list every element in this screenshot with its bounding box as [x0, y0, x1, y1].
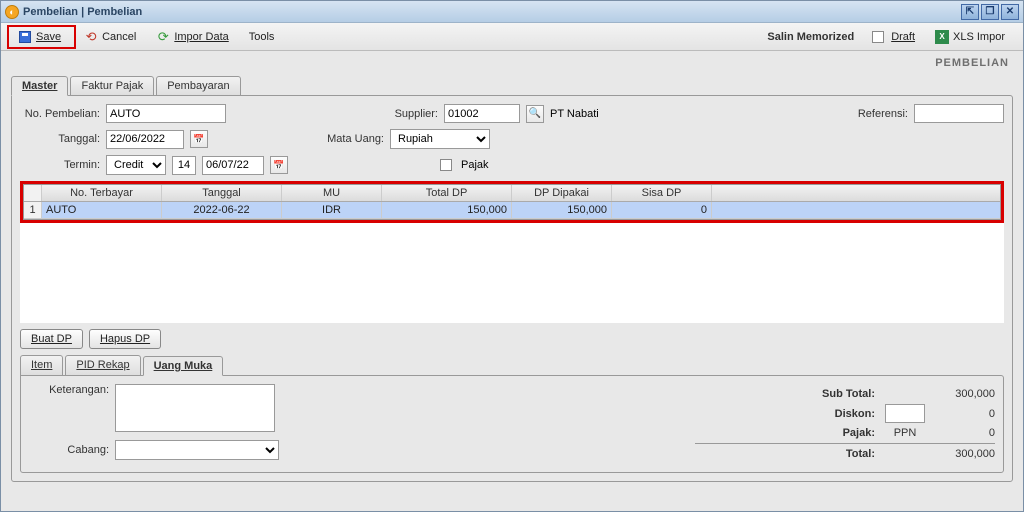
total-value: 300,000	[885, 448, 995, 460]
save-icon	[18, 30, 32, 44]
window-title: Pembelian | Pembelian	[23, 6, 961, 18]
termin-days-input[interactable]	[172, 156, 196, 175]
draft-label: Draft	[891, 31, 915, 43]
cell-sisa-dp[interactable]: 0	[612, 202, 712, 218]
tab-master[interactable]: Master	[11, 76, 68, 96]
window-restore-button[interactable]: ⇱	[961, 4, 979, 20]
import-label: Impor Data	[174, 31, 228, 43]
col-mu[interactable]: MU	[282, 185, 382, 201]
cancel-icon: ⟲	[84, 30, 98, 44]
supplier-code-input[interactable]	[444, 104, 520, 123]
cell-mu[interactable]: IDR	[282, 202, 382, 218]
pajak-value: 0	[935, 427, 995, 439]
hapus-dp-button[interactable]: Hapus DP	[89, 329, 161, 349]
save-highlight: Save	[7, 25, 76, 49]
cabang-label: Cabang:	[29, 444, 109, 456]
tab-faktur-pajak[interactable]: Faktur Pajak	[70, 76, 154, 95]
pajak-checkbox[interactable]	[440, 159, 452, 171]
col-sisa-dp[interactable]: Sisa DP	[612, 185, 712, 201]
termin-calendar-icon[interactable]: 📅	[270, 156, 288, 174]
matauang-label: Mata Uang:	[320, 133, 384, 145]
tools-menu[interactable]: Tools	[241, 29, 283, 45]
termin-label: Termin:	[20, 159, 100, 171]
save-button[interactable]: Save	[10, 28, 69, 46]
tanggal-input[interactable]	[106, 130, 184, 149]
lower-panel: Keterangan: Cabang: Sub Total: 300,000 D…	[20, 375, 1004, 473]
cell-dp-dipakai[interactable]: 150,000	[512, 202, 612, 218]
referensi-label: Referensi:	[848, 108, 908, 120]
tab-uang-muka[interactable]: Uang Muka	[143, 356, 224, 376]
diskon-pct-input[interactable]	[885, 404, 925, 423]
diskon-label: Diskon:	[785, 408, 875, 420]
tab-item[interactable]: Item	[20, 355, 63, 375]
keterangan-textarea[interactable]	[115, 384, 275, 432]
import-data-button[interactable]: ⟳ Impor Data	[148, 28, 236, 46]
buat-dp-button[interactable]: Buat DP	[20, 329, 83, 349]
cancel-button[interactable]: ⟲ Cancel	[76, 28, 144, 46]
termin-due-input[interactable]	[202, 156, 264, 175]
dp-grid: No. Terbayar Tanggal MU Total DP DP Dipa…	[23, 184, 1001, 220]
toolbar: Save ⟲ Cancel ⟳ Impor Data Tools Salin M…	[1, 23, 1023, 51]
cell-total-dp[interactable]: 150,000	[382, 202, 512, 218]
page-heading: PEMBELIAN	[1, 51, 1023, 71]
master-panel: No. Pembelian: Supplier: 🔍 PT Nabati Ref…	[11, 95, 1013, 482]
save-label: Save	[36, 31, 61, 43]
grid-empty-area[interactable]	[20, 223, 1004, 323]
pajak-type: PPN	[885, 427, 925, 439]
import-icon: ⟳	[156, 30, 170, 44]
subtotal-value: 300,000	[885, 388, 995, 400]
diskon-value: 0	[935, 408, 995, 420]
tab-pid-rekap[interactable]: PID Rekap	[65, 355, 140, 375]
row-index: 1	[24, 202, 42, 218]
pajak-checkbox-label: Pajak	[461, 159, 489, 171]
referensi-input[interactable]	[914, 104, 1004, 123]
col-no-terbayar[interactable]: No. Terbayar	[42, 185, 162, 201]
grid-header: No. Terbayar Tanggal MU Total DP DP Dipa…	[24, 185, 1000, 202]
subtotal-label: Sub Total:	[785, 388, 875, 400]
tanggal-label: Tanggal:	[20, 133, 100, 145]
xls-import-button[interactable]: X XLS Impor	[927, 28, 1013, 46]
matauang-select[interactable]: Rupiah	[390, 129, 490, 149]
grid-row[interactable]: 1 AUTO 2022-06-22 IDR 150,000 150,000 0	[24, 202, 1000, 219]
sub-tabs: Item PID Rekap Uang Muka	[20, 355, 1004, 375]
summary-panel: Sub Total: 300,000 Diskon: 0 Pajak: PPN …	[695, 384, 995, 464]
pajak-label: Pajak:	[785, 427, 875, 439]
cancel-label: Cancel	[102, 31, 136, 43]
window-maximize-button[interactable]: ❐	[981, 4, 999, 20]
col-total-dp[interactable]: Total DP	[382, 185, 512, 201]
main-tabs: Master Faktur Pajak Pembayaran	[11, 75, 1013, 95]
salin-memorized-button[interactable]: Salin Memorized	[767, 31, 854, 43]
cell-tanggal[interactable]: 2022-06-22	[162, 202, 282, 218]
window-close-button[interactable]: ✕	[1001, 4, 1019, 20]
app-icon: ◐	[5, 5, 19, 19]
tab-pembayaran[interactable]: Pembayaran	[156, 76, 240, 95]
draft-checkbox[interactable]	[872, 31, 884, 43]
cabang-select[interactable]	[115, 440, 279, 460]
xls-label: XLS Impor	[953, 31, 1005, 43]
supplier-search-button[interactable]: 🔍	[526, 105, 544, 123]
no-pembelian-input[interactable]	[106, 104, 226, 123]
purchase-window: ◐ Pembelian | Pembelian ⇱ ❐ ✕ Save ⟲ Can…	[0, 0, 1024, 512]
supplier-label: Supplier:	[374, 108, 438, 120]
termin-type-select[interactable]: Credit	[106, 155, 166, 175]
total-label: Total:	[785, 448, 875, 460]
title-bar: ◐ Pembelian | Pembelian ⇱ ❐ ✕	[1, 1, 1023, 23]
col-tanggal[interactable]: Tanggal	[162, 185, 282, 201]
supplier-name-text: PT Nabati	[550, 108, 599, 120]
tanggal-calendar-icon[interactable]: 📅	[190, 130, 208, 148]
no-pembelian-label: No. Pembelian:	[20, 108, 100, 120]
cell-no[interactable]: AUTO	[42, 202, 162, 218]
xls-icon: X	[935, 30, 949, 44]
dp-grid-highlight: No. Terbayar Tanggal MU Total DP DP Dipa…	[20, 181, 1004, 223]
col-dp-dipakai[interactable]: DP Dipakai	[512, 185, 612, 201]
keterangan-label: Keterangan:	[29, 384, 109, 396]
draft-toggle[interactable]: Draft	[864, 29, 923, 45]
tools-label: Tools	[249, 31, 275, 43]
